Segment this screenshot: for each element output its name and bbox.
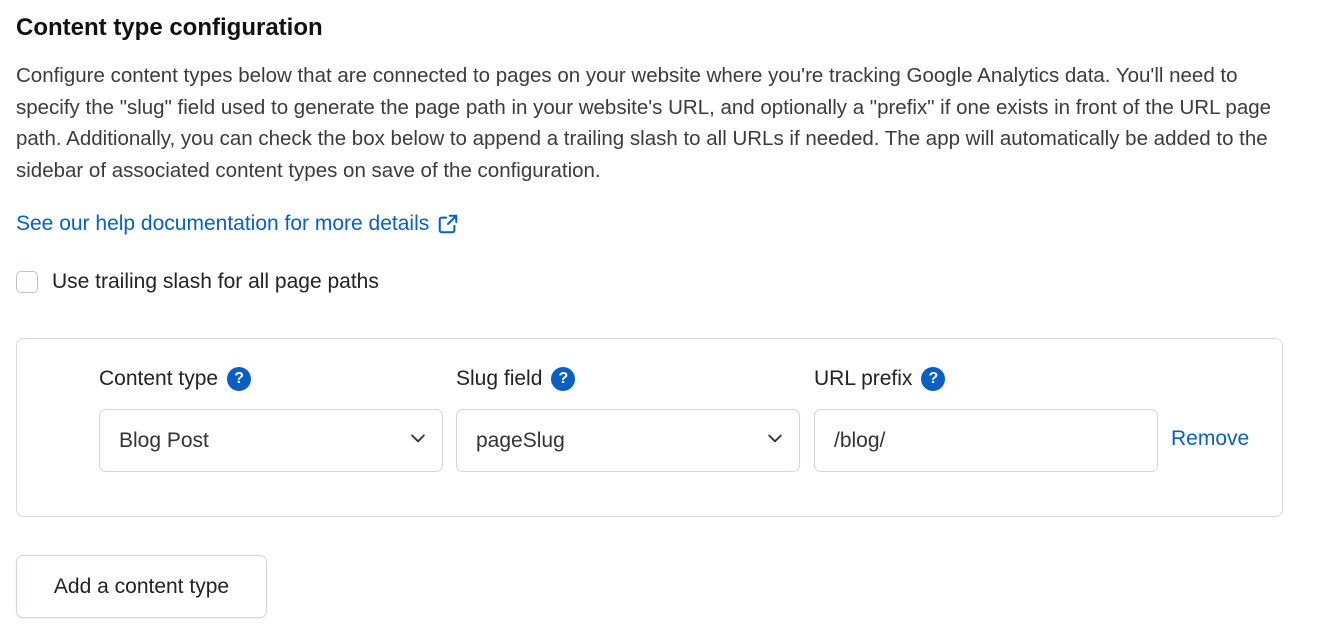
help-documentation-link[interactable]: See our help documentation for more deta… xyxy=(16,212,459,236)
content-type-select[interactable]: Blog Post xyxy=(99,409,443,472)
trailing-slash-option: Use trailing slash for all page paths xyxy=(16,270,379,294)
question-circle-icon[interactable]: ? xyxy=(227,367,252,391)
url-prefix-label-group: URL prefix ? xyxy=(814,367,946,391)
section-description: Configure content types below that are c… xyxy=(16,64,1272,182)
content-type-selected-value: Blog Post xyxy=(119,428,209,452)
chevron-down-icon xyxy=(765,428,785,454)
trailing-slash-checkbox[interactable] xyxy=(16,271,38,293)
slug-field-label-group: Slug field ? xyxy=(456,367,576,391)
url-prefix-value: /blog/ xyxy=(834,428,886,452)
url-prefix-input[interactable]: /blog/ xyxy=(814,409,1158,472)
question-circle-icon[interactable]: ? xyxy=(551,367,576,391)
content-type-label-group: Content type ? xyxy=(99,367,252,391)
slug-field-selected-value: pageSlug xyxy=(476,428,565,452)
slug-field-label: Slug field xyxy=(456,367,543,390)
help-link-label: See our help documentation for more deta… xyxy=(16,212,430,235)
slug-field-select[interactable]: pageSlug xyxy=(456,409,800,472)
url-prefix-label: URL prefix xyxy=(814,367,913,390)
remove-button[interactable]: Remove xyxy=(1171,427,1249,451)
content-type-config-card: Content type ? Slug field ? URL prefix ?… xyxy=(16,338,1283,517)
add-content-type-button[interactable]: Add a content type xyxy=(16,555,267,618)
external-link-icon xyxy=(437,213,459,235)
trailing-slash-label[interactable]: Use trailing slash for all page paths xyxy=(52,270,379,294)
question-circle-icon[interactable]: ? xyxy=(921,367,946,391)
section-title: Content type configuration xyxy=(16,14,323,41)
content-type-label: Content type xyxy=(99,367,219,390)
chevron-down-icon xyxy=(408,428,428,454)
